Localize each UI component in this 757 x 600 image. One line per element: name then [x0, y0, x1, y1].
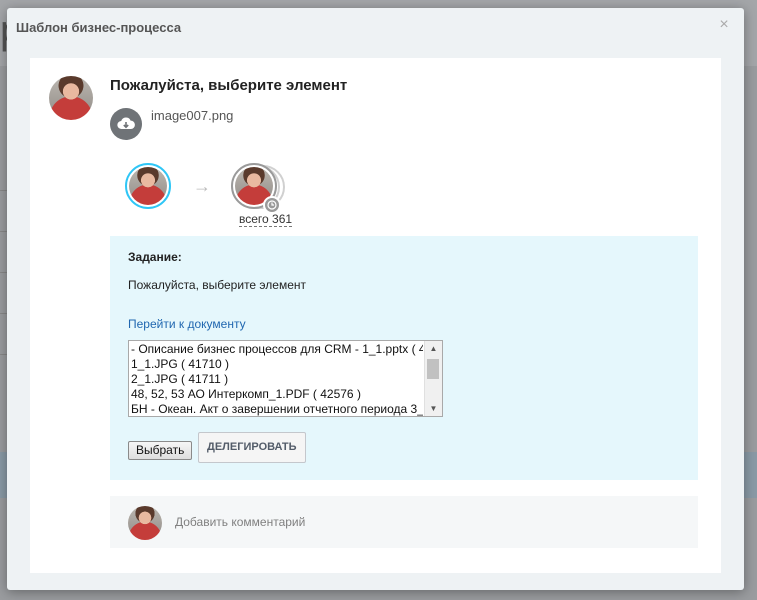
- delegate-button[interactable]: ДЕЛЕГИРОВАТЬ: [198, 432, 306, 463]
- task-description: Пожалуйста, выберите элемент: [128, 278, 307, 292]
- file-name[interactable]: image007.png: [151, 108, 233, 123]
- total-users-link[interactable]: всего 361: [239, 212, 293, 227]
- scroll-down-icon[interactable]: ▼: [425, 401, 442, 416]
- select-button[interactable]: Выбрать: [128, 441, 193, 460]
- dialog-title: Шаблон бизнес-процесса: [16, 20, 182, 35]
- listbox-scrollbar[interactable]: ▲ ▼: [424, 341, 442, 416]
- task-label: Задание:: [128, 250, 182, 264]
- cloud-download-icon[interactable]: [110, 108, 142, 140]
- task-block: Задание: Пожалуйста, выберите элемент Пе…: [110, 236, 698, 480]
- bp-template-dialog: Шаблон бизнес-процесса × Пожалуйста, выб…: [7, 8, 744, 590]
- list-item[interactable]: - Описание бизнес процессов для CRM - 1_…: [131, 342, 423, 357]
- list-item[interactable]: 2_1.JPG ( 41711 ): [131, 372, 423, 387]
- task-title: Пожалуйста, выберите элемент: [110, 77, 348, 94]
- commenter-avatar: [128, 506, 162, 540]
- list-item[interactable]: БН - Океан. Акт о завершении отчетного п…: [131, 402, 423, 416]
- workflow-current-user[interactable]: [125, 163, 171, 209]
- list-item[interactable]: 1_1.JPG ( 41710 ): [131, 357, 423, 372]
- add-comment-placeholder[interactable]: Добавить комментарий: [175, 515, 305, 529]
- list-item[interactable]: 48, 52, 53 АО Интеркомп_1.PDF ( 42576 ): [131, 387, 423, 402]
- scroll-thumb[interactable]: [427, 359, 439, 379]
- author-avatar[interactable]: [49, 76, 93, 120]
- dialog-content: Пожалуйста, выберите элемент image007.pn…: [30, 58, 721, 573]
- current-user-avatar: [129, 167, 167, 205]
- comment-bar[interactable]: Добавить комментарий: [110, 496, 698, 548]
- arrow-right-icon: →: [193, 176, 211, 196]
- scroll-up-icon[interactable]: ▲: [425, 341, 442, 356]
- element-listbox[interactable]: - Описание бизнес процессов для CRM - 1_…: [128, 340, 443, 417]
- go-to-document-link[interactable]: Перейти к документу: [128, 317, 246, 331]
- close-icon[interactable]: ×: [716, 17, 732, 33]
- listbox-items: - Описание бизнес процессов для CRM - 1_…: [131, 342, 423, 416]
